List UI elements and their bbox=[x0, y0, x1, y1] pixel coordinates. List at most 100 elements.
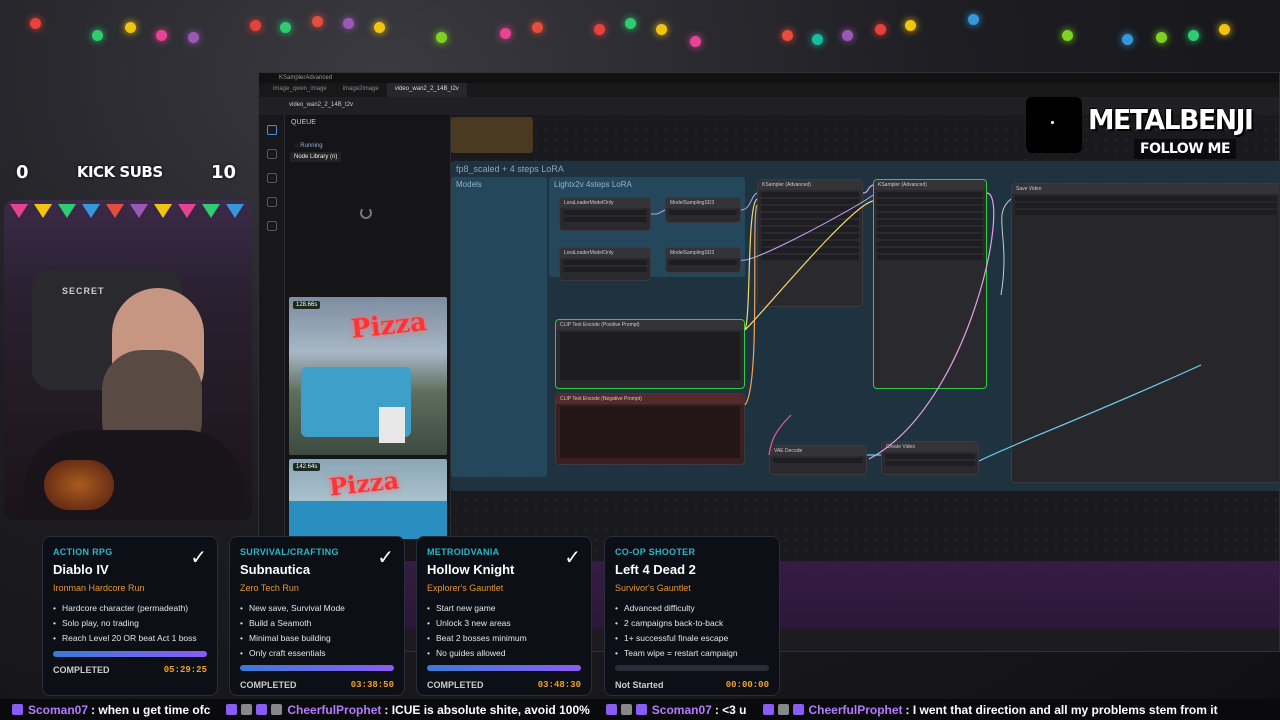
card-progress-bar bbox=[240, 665, 394, 671]
badge-icon bbox=[271, 704, 283, 715]
card-rule: Start new game bbox=[427, 601, 581, 616]
card-variant: Ironman Hardcore Run bbox=[53, 583, 145, 593]
card-game: Hollow Knight bbox=[427, 562, 515, 577]
workflow-name[interactable]: video_wan2_2_14B_t2v bbox=[289, 102, 353, 108]
challenge-card: ✓ ACTION RPG Diablo IV Ironman Hardcore … bbox=[42, 536, 218, 696]
badge-icon bbox=[226, 704, 238, 715]
card-variant: Zero Tech Run bbox=[240, 583, 299, 593]
check-icon: ✓ bbox=[564, 547, 581, 569]
model-library-icon[interactable] bbox=[266, 173, 277, 183]
card-time: 03:48:30 bbox=[537, 680, 581, 690]
chat-username: Scoman07 bbox=[651, 702, 712, 717]
card-status: COMPLETED bbox=[240, 680, 297, 690]
string-lights bbox=[0, 0, 1280, 60]
card-rule: Solo play, no trading bbox=[53, 616, 207, 631]
card-rule: Advanced difficulty bbox=[615, 601, 769, 616]
queue-icon[interactable] bbox=[266, 125, 277, 135]
card-rule: Only craft essentials bbox=[240, 646, 394, 661]
card-rule: Unlock 3 new areas bbox=[427, 616, 581, 631]
badge-icon bbox=[635, 704, 647, 715]
card-genre: SURVIVAL/CRAFTING bbox=[240, 547, 339, 557]
node-save-video[interactable]: Save Video bbox=[1011, 183, 1279, 483]
tab-image2image[interactable]: image2image bbox=[335, 83, 387, 97]
node-create-video[interactable]: Create Video bbox=[881, 441, 979, 475]
node-lora-2[interactable]: LoraLoaderModelOnly bbox=[559, 247, 651, 281]
card-rule: Reach Level 20 OR beat Act 1 boss bbox=[53, 631, 207, 646]
tab-video-wan[interactable]: video_wan2_2_14B_t2v bbox=[386, 83, 467, 97]
card-rule: 1+ successful finale escape bbox=[615, 631, 769, 646]
check-icon: ✓ bbox=[377, 547, 394, 569]
card-status: COMPLETED bbox=[427, 680, 484, 690]
card-rules: Hardcore character (permadeath) Solo pla… bbox=[53, 601, 207, 646]
badge-icon bbox=[241, 704, 253, 715]
chat-ticker: Scoman07 : when u get time ofc CheerfulP… bbox=[0, 699, 1280, 720]
negative-prompt-text[interactable] bbox=[560, 406, 740, 458]
chair-logo: SECRET bbox=[62, 286, 105, 296]
node-library-icon[interactable] bbox=[266, 149, 277, 159]
node-clip-positive[interactable]: CLIP Text Encode (Positive Prompt) bbox=[555, 319, 745, 389]
shirt-graphic bbox=[44, 460, 114, 510]
card-rule: Hardcore character (permadeath) bbox=[53, 601, 207, 616]
node-ksampler-1[interactable]: KSampler (Advanced) bbox=[757, 179, 863, 307]
badge-icon bbox=[762, 704, 774, 715]
running-status: ◌ Running bbox=[295, 143, 323, 149]
chat-message: : I went that direction and all my probl… bbox=[905, 702, 1218, 717]
chat-message: : <3 u bbox=[714, 702, 747, 717]
card-time: 00:00:00 bbox=[725, 680, 769, 690]
card-genre: ACTION RPG bbox=[53, 547, 113, 557]
workflows-icon[interactable] bbox=[266, 197, 277, 207]
badge-icon bbox=[792, 704, 804, 715]
badge-icon bbox=[605, 704, 617, 715]
card-time: 05:29:25 bbox=[163, 665, 207, 675]
node-vae-decode[interactable]: VAE Decode bbox=[769, 445, 867, 475]
queue-result-thumb[interactable]: Pizza 128.66s bbox=[289, 297, 447, 455]
queue-result-thumb[interactable]: Pizza 142.64s bbox=[289, 459, 447, 539]
card-variant: Explorer's Gauntlet bbox=[427, 583, 504, 593]
badge-icon bbox=[12, 704, 23, 715]
window-title: KSamplerAdvanced bbox=[259, 73, 1279, 83]
card-status: COMPLETED bbox=[53, 665, 110, 675]
card-rules: New save, Survival Mode Build a Seamoth … bbox=[240, 601, 394, 661]
card-game: Subnautica bbox=[240, 562, 311, 577]
follow-me-label: FOLLOW ME bbox=[1134, 139, 1237, 159]
check-icon: ✓ bbox=[190, 547, 207, 569]
brand-logo-icon bbox=[1026, 97, 1082, 153]
challenge-card: ✓ SURVIVAL/CRAFTING Subnautica Zero Tech… bbox=[229, 536, 405, 696]
chat-message: : when u get time ofc bbox=[91, 702, 211, 717]
bunting-decoration bbox=[4, 200, 252, 228]
card-game: Diablo IV bbox=[53, 562, 109, 577]
card-rule: Beat 2 bosses minimum bbox=[427, 631, 581, 646]
brand-name: METALBENJI bbox=[1088, 103, 1254, 136]
duration-badge: 142.64s bbox=[293, 463, 321, 471]
card-variant: Survivor's Gauntlet bbox=[615, 583, 691, 593]
subs-label: KICK SUBS bbox=[76, 163, 163, 181]
badge-icon bbox=[256, 704, 268, 715]
card-status: Not Started bbox=[615, 680, 664, 690]
positive-prompt-text[interactable] bbox=[560, 332, 740, 380]
pizza-sign: Pizza bbox=[349, 307, 429, 345]
card-genre: METROIDVANIA bbox=[427, 547, 500, 557]
note-group bbox=[451, 117, 533, 153]
node-model-sampling-2[interactable]: ModelSamplingSD3 bbox=[665, 247, 741, 273]
chat-username: CheerfulProphet bbox=[287, 702, 382, 717]
workflow-tabs: image_qwen_image image2image video_wan2_… bbox=[259, 83, 1279, 97]
node-model-sampling-1[interactable]: ModelSamplingSD3 bbox=[665, 197, 741, 223]
subs-target: 10 bbox=[210, 161, 236, 183]
card-rule: Minimal base building bbox=[240, 631, 394, 646]
card-progress-bar bbox=[53, 651, 207, 657]
streamer-brand: METALBENJI FOLLOW ME bbox=[1026, 97, 1262, 163]
loading-spinner-icon bbox=[360, 207, 372, 219]
node-clip-negative[interactable]: CLIP Text Encode (Negative Prompt) bbox=[555, 393, 745, 465]
card-rule: New save, Survival Mode bbox=[240, 601, 394, 616]
challenge-card: ✓ METROIDVANIA Hollow Knight Explorer's … bbox=[416, 536, 592, 696]
webcam-feed: SECRET bbox=[4, 200, 252, 520]
node-lora-1[interactable]: LoraLoaderModelOnly bbox=[559, 197, 651, 231]
card-rule: Team wipe = restart campaign bbox=[615, 646, 769, 661]
templates-icon[interactable] bbox=[266, 221, 277, 231]
card-time: 03:38:50 bbox=[350, 680, 394, 690]
node-ksampler-2[interactable]: KSampler (Advanced) bbox=[873, 179, 987, 389]
tab-image-qwen[interactable]: image_qwen_image bbox=[265, 83, 335, 97]
badge-icon bbox=[777, 704, 789, 715]
group-models: Models bbox=[451, 177, 547, 477]
chat-username: CheerfulProphet bbox=[808, 702, 903, 717]
